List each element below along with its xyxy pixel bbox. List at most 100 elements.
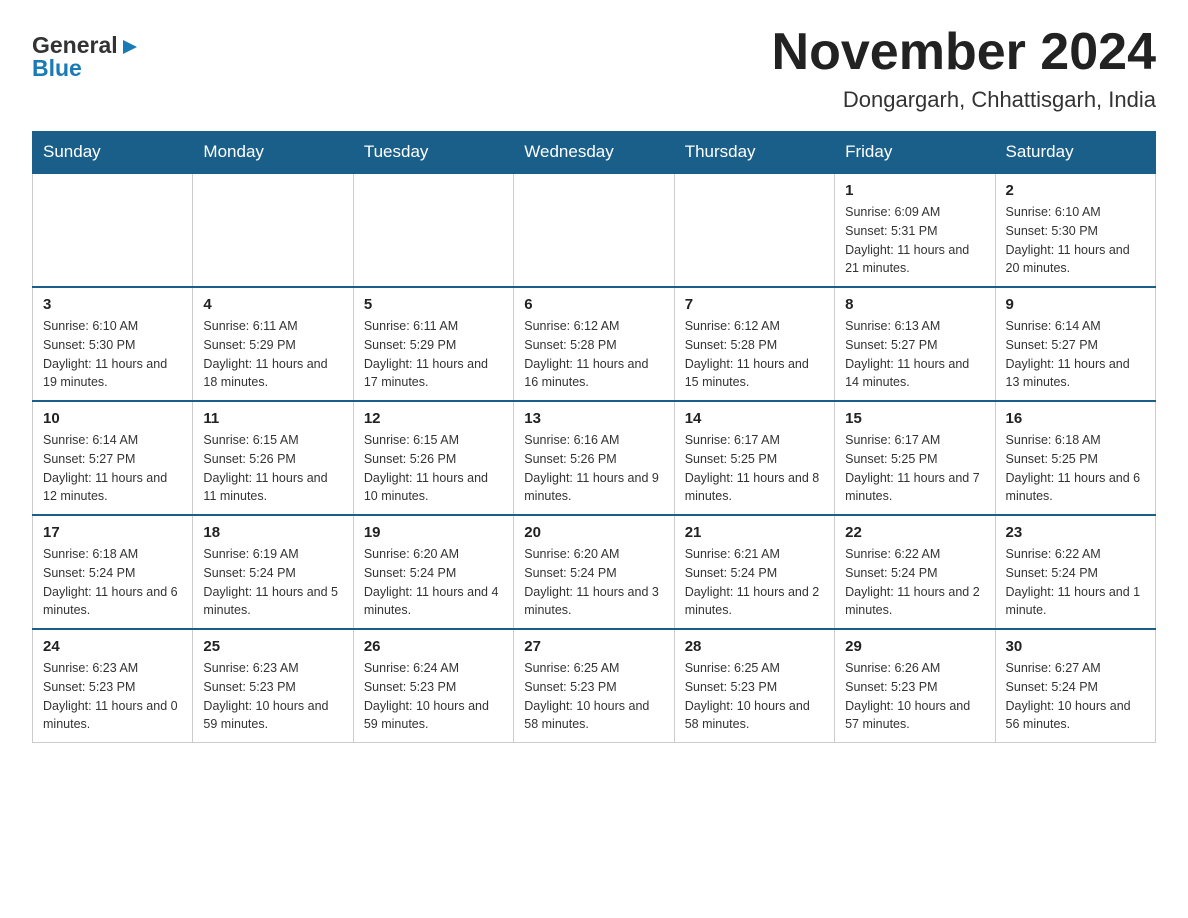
calendar-day-cell: 9Sunrise: 6:14 AMSunset: 5:27 PMDaylight… [995, 287, 1155, 401]
day-info: Sunrise: 6:21 AMSunset: 5:24 PMDaylight:… [685, 545, 824, 620]
logo-arrow-icon [121, 38, 139, 56]
calendar-day-cell: 27 Sunrise: 6:25 AMSunset: 5:23 PMDayligh… [514, 629, 674, 743]
day-info: Sunrise: 6:15 AMSunset: 5:26 PMDaylight:… [364, 431, 503, 506]
calendar-day-cell: 10Sunrise: 6:14 AMSunset: 5:27 PMDayligh… [33, 401, 193, 515]
day-info: Sunrise: 6:23 AMSunset: 5:23 PMDaylight:… [43, 659, 182, 734]
day-info: Sunrise: 6:27 AMSunset: 5:24 PMDaylight:… [1006, 659, 1145, 734]
day-info: Sunrise: 6:14 AMSunset: 5:27 PMDaylight:… [43, 431, 182, 506]
calendar-week-row: 24 Sunrise: 6:23 AMSunset: 5:23 PMDayligh… [33, 629, 1156, 743]
calendar-week-row: 10Sunrise: 6:14 AMSunset: 5:27 PMDayligh… [33, 401, 1156, 515]
page-title: November 2024 [772, 24, 1156, 81]
day-info: Sunrise: 6:26 AMSunset: 5:23 PMDaylight:… [845, 659, 984, 734]
day-info: Sunrise: 6:17 AMSunset: 5:25 PMDaylight:… [845, 431, 984, 506]
day-number: 3 [43, 296, 182, 313]
day-number: 15 [845, 410, 984, 427]
calendar-day-header: Monday [193, 132, 353, 174]
calendar-day-header: Thursday [674, 132, 834, 174]
day-info: Sunrise: 6:16 AMSunset: 5:26 PMDaylight:… [524, 431, 663, 506]
calendar-day-header: Sunday [33, 132, 193, 174]
day-info: Sunrise: 6:17 AMSunset: 5:25 PMDaylight:… [685, 431, 824, 506]
calendar-day-cell: 17 Sunrise: 6:18 AMSunset: 5:24 PMDayligh… [33, 515, 193, 629]
page-subtitle: Dongargarh, Chhattisgarh, India [772, 87, 1156, 113]
day-number: 23 [1006, 524, 1145, 541]
calendar-day-cell: 3 Sunrise: 6:10 AMSunset: 5:30 PMDaylight… [33, 287, 193, 401]
calendar-week-row: 3 Sunrise: 6:10 AMSunset: 5:30 PMDaylight… [33, 287, 1156, 401]
calendar-table: SundayMondayTuesdayWednesdayThursdayFrid… [32, 131, 1156, 743]
day-number: 16 [1006, 410, 1145, 427]
calendar-day-cell: 2Sunrise: 6:10 AMSunset: 5:30 PMDaylight… [995, 173, 1155, 287]
day-number: 5 [364, 296, 503, 313]
logo-blue-text: Blue [32, 55, 139, 82]
calendar-day-cell: 15 Sunrise: 6:17 AMSunset: 5:25 PMDayligh… [835, 401, 995, 515]
day-info: Sunrise: 6:25 AMSunset: 5:23 PMDaylight:… [524, 659, 663, 734]
calendar-day-cell [33, 173, 193, 287]
day-number: 30 [1006, 638, 1145, 655]
day-info: Sunrise: 6:10 AMSunset: 5:30 PMDaylight:… [43, 317, 182, 392]
day-info: Sunrise: 6:15 AMSunset: 5:26 PMDaylight:… [203, 431, 342, 506]
calendar-day-cell: 1Sunrise: 6:09 AMSunset: 5:31 PMDaylight… [835, 173, 995, 287]
calendar-day-cell [353, 173, 513, 287]
day-number: 6 [524, 296, 663, 313]
day-info: Sunrise: 6:18 AMSunset: 5:24 PMDaylight:… [43, 545, 182, 620]
calendar-day-cell: 19 Sunrise: 6:20 AMSunset: 5:24 PMDayligh… [353, 515, 513, 629]
calendar-day-cell: 8Sunrise: 6:13 AMSunset: 5:27 PMDaylight… [835, 287, 995, 401]
calendar-day-cell: 5 Sunrise: 6:11 AMSunset: 5:29 PMDaylight… [353, 287, 513, 401]
day-info: Sunrise: 6:24 AMSunset: 5:23 PMDaylight:… [364, 659, 503, 734]
day-number: 22 [845, 524, 984, 541]
calendar-day-cell: 23Sunrise: 6:22 AMSunset: 5:24 PMDayligh… [995, 515, 1155, 629]
calendar-day-header: Saturday [995, 132, 1155, 174]
calendar-day-cell: 6 Sunrise: 6:12 AMSunset: 5:28 PMDaylight… [514, 287, 674, 401]
calendar-day-cell: 24 Sunrise: 6:23 AMSunset: 5:23 PMDayligh… [33, 629, 193, 743]
day-number: 26 [364, 638, 503, 655]
calendar-header-row: SundayMondayTuesdayWednesdayThursdayFrid… [33, 132, 1156, 174]
calendar-day-cell: 28 Sunrise: 6:25 AMSunset: 5:23 PMDayligh… [674, 629, 834, 743]
day-number: 8 [845, 296, 984, 313]
calendar-day-cell: 22 Sunrise: 6:22 AMSunset: 5:24 PMDayligh… [835, 515, 995, 629]
day-number: 21 [685, 524, 824, 541]
calendar-day-cell: 7Sunrise: 6:12 AMSunset: 5:28 PMDaylight… [674, 287, 834, 401]
day-number: 17 [43, 524, 182, 541]
calendar-day-cell: 4Sunrise: 6:11 AMSunset: 5:29 PMDaylight… [193, 287, 353, 401]
calendar-day-cell: 13 Sunrise: 6:16 AMSunset: 5:26 PMDayligh… [514, 401, 674, 515]
day-info: Sunrise: 6:20 AMSunset: 5:24 PMDaylight:… [524, 545, 663, 620]
day-number: 11 [203, 410, 342, 427]
calendar-day-cell: 11 Sunrise: 6:15 AMSunset: 5:26 PMDayligh… [193, 401, 353, 515]
day-number: 19 [364, 524, 503, 541]
day-info: Sunrise: 6:20 AMSunset: 5:24 PMDaylight:… [364, 545, 503, 620]
day-number: 14 [685, 410, 824, 427]
day-info: Sunrise: 6:10 AMSunset: 5:30 PMDaylight:… [1006, 203, 1145, 278]
day-info: Sunrise: 6:25 AMSunset: 5:23 PMDaylight:… [685, 659, 824, 734]
calendar-day-cell: 26 Sunrise: 6:24 AMSunset: 5:23 PMDayligh… [353, 629, 513, 743]
calendar-day-cell: 14 Sunrise: 6:17 AMSunset: 5:25 PMDayligh… [674, 401, 834, 515]
title-area: November 2024 Dongargarh, Chhattisgarh, … [772, 24, 1156, 113]
day-info: Sunrise: 6:11 AMSunset: 5:29 PMDaylight:… [364, 317, 503, 392]
calendar-week-row: 17 Sunrise: 6:18 AMSunset: 5:24 PMDayligh… [33, 515, 1156, 629]
day-number: 24 [43, 638, 182, 655]
day-number: 20 [524, 524, 663, 541]
day-number: 1 [845, 182, 984, 199]
calendar-week-row: 1Sunrise: 6:09 AMSunset: 5:31 PMDaylight… [33, 173, 1156, 287]
calendar-day-cell: 20 Sunrise: 6:20 AMSunset: 5:24 PMDayligh… [514, 515, 674, 629]
day-number: 12 [364, 410, 503, 427]
day-number: 27 [524, 638, 663, 655]
day-info: Sunrise: 6:23 AMSunset: 5:23 PMDaylight:… [203, 659, 342, 734]
day-number: 25 [203, 638, 342, 655]
day-info: Sunrise: 6:11 AMSunset: 5:29 PMDaylight:… [203, 317, 342, 392]
day-number: 18 [203, 524, 342, 541]
calendar-day-header: Wednesday [514, 132, 674, 174]
calendar-day-header: Friday [835, 132, 995, 174]
calendar-day-cell: 12 Sunrise: 6:15 AMSunset: 5:26 PMDayligh… [353, 401, 513, 515]
day-number: 28 [685, 638, 824, 655]
page-header: General Blue November 2024 Dongargarh, C… [32, 24, 1156, 113]
day-info: Sunrise: 6:12 AMSunset: 5:28 PMDaylight:… [685, 317, 824, 392]
day-info: Sunrise: 6:18 AMSunset: 5:25 PMDaylight:… [1006, 431, 1145, 506]
day-info: Sunrise: 6:19 AMSunset: 5:24 PMDaylight:… [203, 545, 342, 620]
day-info: Sunrise: 6:22 AMSunset: 5:24 PMDaylight:… [845, 545, 984, 620]
logo: General Blue [32, 32, 139, 82]
calendar-day-cell [514, 173, 674, 287]
calendar-day-header: Tuesday [353, 132, 513, 174]
calendar-day-cell: 25 Sunrise: 6:23 AMSunset: 5:23 PMDayligh… [193, 629, 353, 743]
day-info: Sunrise: 6:12 AMSunset: 5:28 PMDaylight:… [524, 317, 663, 392]
day-number: 13 [524, 410, 663, 427]
day-number: 9 [1006, 296, 1145, 313]
